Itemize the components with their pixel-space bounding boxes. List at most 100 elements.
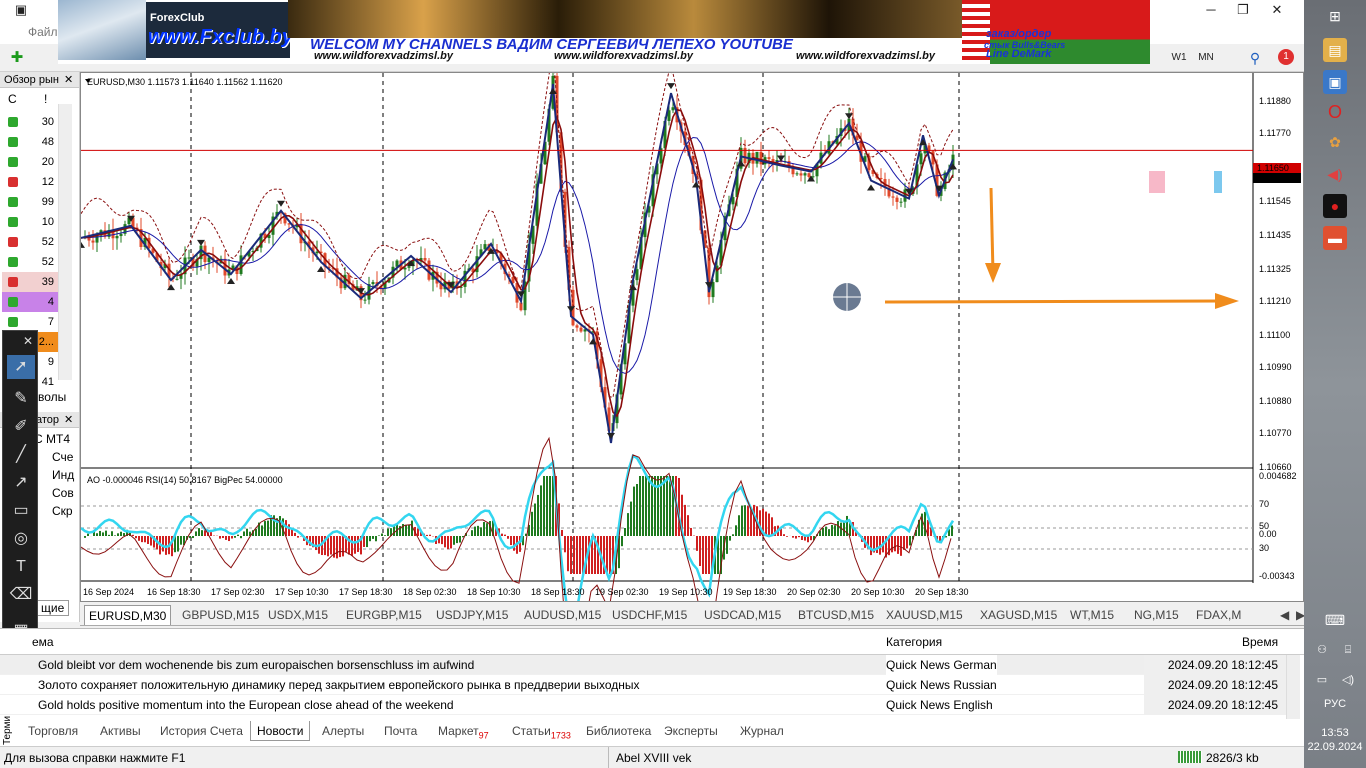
search-icon[interactable]: ⚲ bbox=[1246, 49, 1264, 67]
mw-row[interactable]: 20 bbox=[2, 152, 58, 172]
chart-tab[interactable]: GBPUSD,M15 bbox=[178, 605, 263, 625]
nav-advisors[interactable]: Сов bbox=[52, 486, 74, 500]
chart-tab[interactable]: EURGBP,M15 bbox=[342, 605, 426, 625]
paint-icon[interactable]: ✿ bbox=[1323, 130, 1347, 154]
chart-tab[interactable]: WT,M15 bbox=[1066, 605, 1118, 625]
chart-tab[interactable]: XAGUSD,M15 bbox=[976, 605, 1061, 625]
chart-tab[interactable]: AUDUSD,M15 bbox=[520, 605, 605, 625]
windows-start-icon[interactable]: ⊞ bbox=[1323, 4, 1347, 28]
volume-icon[interactable]: ◁) bbox=[1338, 668, 1358, 692]
mw-row[interactable]: 39 bbox=[2, 272, 58, 292]
terminal-tab[interactable]: Статьи1733 bbox=[506, 721, 577, 741]
status-profile[interactable]: Abel XVIII vek bbox=[616, 751, 691, 765]
restore-button[interactable]: ❐ bbox=[1228, 0, 1258, 22]
rectangle-icon[interactable]: ▭ bbox=[7, 499, 35, 523]
news-row[interactable]: Gold bleibt vor dem wochenende bis zum e… bbox=[0, 655, 1286, 675]
record-icon[interactable]: ● bbox=[1323, 194, 1347, 218]
app-window-icon[interactable]: ▣ bbox=[1323, 70, 1347, 94]
mw-scrollbar[interactable] bbox=[58, 104, 72, 380]
mw-row[interactable]: 99 bbox=[2, 192, 58, 212]
ray-icon[interactable]: ↗ bbox=[7, 471, 35, 495]
chart-tab[interactable]: USDCHF,M15 bbox=[608, 605, 691, 625]
ao-bar bbox=[459, 536, 461, 543]
terminal-tab[interactable]: Торговля bbox=[22, 721, 84, 741]
terminal-tab[interactable]: Почта bbox=[378, 721, 423, 741]
terminal-tab[interactable]: Активы bbox=[94, 721, 147, 741]
terminal-tab[interactable]: Библиотека bbox=[580, 721, 657, 741]
mw-row[interactable]: 7 bbox=[2, 312, 58, 332]
chart-tab[interactable]: XAUUSD,M15 bbox=[882, 605, 967, 625]
market-watch-close-icon[interactable]: ✕ bbox=[64, 72, 73, 88]
news-row[interactable]: Золото сохраняет положительную динамику … bbox=[0, 675, 1286, 695]
chart-tab[interactable]: NG,M15 bbox=[1130, 605, 1183, 625]
terminal-tab[interactable]: Журнал bbox=[734, 721, 790, 741]
nav-accounts[interactable]: Сче bbox=[52, 450, 73, 464]
pencil-icon[interactable]: ✎ bbox=[7, 387, 35, 411]
navigator-close-icon[interactable]: ✕ bbox=[64, 412, 73, 428]
terminal-tab[interactable]: Эксперты bbox=[658, 721, 724, 741]
tabs-scroll-left-icon[interactable]: ◀ bbox=[1276, 605, 1293, 625]
terminal-tab[interactable]: История Счета bbox=[154, 721, 249, 741]
advert-banner[interactable]: ForexClub www.Fxclub.by WELCOM MY CHANNE… bbox=[58, 0, 1150, 64]
nav-scripts[interactable]: Скр bbox=[52, 504, 73, 518]
keyboard-icon[interactable]: ⌨ bbox=[1320, 608, 1350, 632]
network-icon[interactable]: ⌸ bbox=[1338, 638, 1358, 662]
orange-right-arrow[interactable] bbox=[884, 299, 1222, 304]
cursor-icon[interactable]: ➚ bbox=[7, 355, 35, 379]
mw-row[interactable]: 4 bbox=[2, 292, 58, 312]
nav-root[interactable]: C MT4 bbox=[34, 432, 70, 446]
orange-down-arrow[interactable] bbox=[989, 187, 995, 274]
mw-row[interactable]: 10 bbox=[2, 212, 58, 232]
close-button[interactable]: ✕ bbox=[1262, 0, 1292, 22]
mw-row[interactable]: 52 bbox=[2, 252, 58, 272]
explorer-icon[interactable]: ▤ bbox=[1323, 38, 1347, 62]
people-icon[interactable]: ⚇ bbox=[1312, 638, 1332, 662]
chart-tab[interactable]: FDAX,M bbox=[1192, 605, 1245, 625]
opera-icon[interactable]: O bbox=[1323, 100, 1347, 124]
palette-close-icon[interactable]: ✕ bbox=[21, 333, 35, 349]
audio-icon[interactable]: ◀) bbox=[1323, 162, 1347, 186]
taskbar-clock[interactable]: 13:53 22.09.2024 bbox=[1304, 726, 1366, 754]
navigator-common-tab[interactable]: щие bbox=[36, 600, 70, 616]
news-col-time[interactable]: Время bbox=[1242, 635, 1278, 649]
eraser-icon[interactable]: ⌫ bbox=[7, 583, 35, 607]
news-scrollbar[interactable] bbox=[1286, 655, 1300, 719]
shapes-icon[interactable]: ◎ bbox=[7, 527, 35, 551]
monitor-icon[interactable]: ▭ bbox=[1312, 668, 1332, 692]
chart-tab[interactable]: USDX,M15 bbox=[264, 605, 332, 625]
terminal-tab[interactable]: Маркет97 bbox=[432, 721, 495, 741]
tf-w1[interactable]: W1 bbox=[1170, 49, 1188, 67]
text-icon[interactable]: T bbox=[7, 555, 35, 579]
tf-mn[interactable]: MN bbox=[1196, 49, 1216, 67]
menu-file[interactable]: Файл bbox=[28, 25, 58, 39]
trendline-icon[interactable]: ╱ bbox=[7, 443, 35, 467]
notification-badge[interactable]: 1 bbox=[1278, 49, 1294, 65]
mw-row[interactable]: 52 bbox=[2, 232, 58, 252]
news-col-category[interactable]: Категория bbox=[886, 635, 942, 649]
mw-row[interactable]: 12 bbox=[2, 172, 58, 192]
minimize-button[interactable]: ─ bbox=[1196, 0, 1226, 22]
marker-icon[interactable]: ✐ bbox=[7, 415, 35, 439]
terminal-tab[interactable]: Алерты bbox=[316, 721, 370, 741]
mw-col-bang[interactable]: ! bbox=[44, 92, 47, 106]
chart-tab[interactable]: EURUSD,M30 bbox=[84, 605, 172, 625]
chart-tab[interactable]: USDJPY,M15 bbox=[432, 605, 512, 625]
app-icon[interactable]: ▣ bbox=[6, 0, 36, 22]
nav-indicators[interactable]: Инд bbox=[52, 468, 74, 482]
language-indicator[interactable]: РУС bbox=[1304, 698, 1366, 710]
terminal-tab[interactable]: Новости bbox=[250, 721, 311, 741]
symbols-tab[interactable]: волы bbox=[38, 390, 66, 404]
ao-bar bbox=[663, 476, 665, 536]
chart-canvas[interactable]: EURUSD,M30 1.11573 1.11640 1.11562 1.116… bbox=[81, 73, 1303, 601]
news-col-title[interactable]: ема bbox=[32, 635, 54, 649]
presentation-icon[interactable]: ▬ bbox=[1323, 226, 1347, 250]
news-row[interactable]: Gold holds positive momentum into the Eu… bbox=[0, 695, 1286, 715]
new-order-icon[interactable]: ✚ bbox=[8, 49, 26, 67]
mw-row[interactable]: 48 bbox=[2, 132, 58, 152]
chart-tab[interactable]: BTCUSD,M15 bbox=[794, 605, 878, 625]
chart-window[interactable]: EURUSD,M30 1.11573 1.11640 1.11562 1.116… bbox=[80, 72, 1304, 602]
mw-col-symbol[interactable]: С bbox=[8, 92, 17, 106]
mw-row[interactable]: 30 bbox=[2, 112, 58, 132]
ao-bar bbox=[210, 532, 212, 536]
chart-tab[interactable]: USDCAD,M15 bbox=[700, 605, 785, 625]
